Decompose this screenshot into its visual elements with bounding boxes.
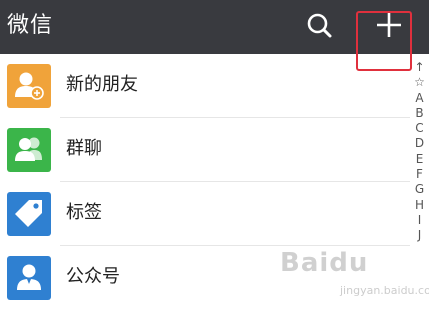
- watermark-url: jingyan.baidu.com: [340, 284, 429, 297]
- search-button[interactable]: [304, 10, 336, 42]
- tag-icon: [7, 192, 51, 236]
- list-item-label: 标签: [66, 202, 102, 223]
- group-chat-icon: [7, 128, 51, 172]
- list-item-new-friends[interactable]: 新的朋友: [0, 54, 410, 118]
- official-account-icon: [7, 256, 51, 300]
- index-letter[interactable]: G: [410, 182, 429, 197]
- list-item-label: 公众号: [66, 266, 120, 287]
- list-item-label: 群聊: [66, 138, 102, 159]
- add-friend-icon: [7, 64, 51, 108]
- index-letter[interactable]: B: [410, 106, 429, 121]
- top-bar: 微信: [0, 0, 429, 54]
- list-item-label: 新的朋友: [66, 74, 138, 95]
- index-letter[interactable]: ☆: [410, 75, 429, 90]
- watermark: Baidu: [280, 248, 369, 278]
- search-icon: [307, 13, 332, 38]
- index-letter[interactable]: E: [410, 152, 429, 167]
- index-letter[interactable]: H: [410, 198, 429, 213]
- index-letter[interactable]: A: [410, 91, 429, 106]
- plus-icon: [377, 13, 401, 37]
- list-item-group-chats[interactable]: 群聊: [0, 118, 410, 182]
- index-letter[interactable]: ↑: [410, 60, 429, 75]
- index-letter[interactable]: C: [410, 121, 429, 136]
- page-title: 微信: [7, 13, 54, 38]
- index-letter[interactable]: D: [410, 136, 429, 151]
- list-item-tags[interactable]: 标签: [0, 182, 410, 246]
- index-letter[interactable]: I: [410, 213, 429, 228]
- index-letter[interactable]: F: [410, 167, 429, 182]
- index-letter[interactable]: J: [410, 228, 429, 243]
- alphabet-index-bar[interactable]: ↑ ☆ A B C D E F G H I J: [410, 60, 429, 244]
- add-button[interactable]: [372, 8, 406, 42]
